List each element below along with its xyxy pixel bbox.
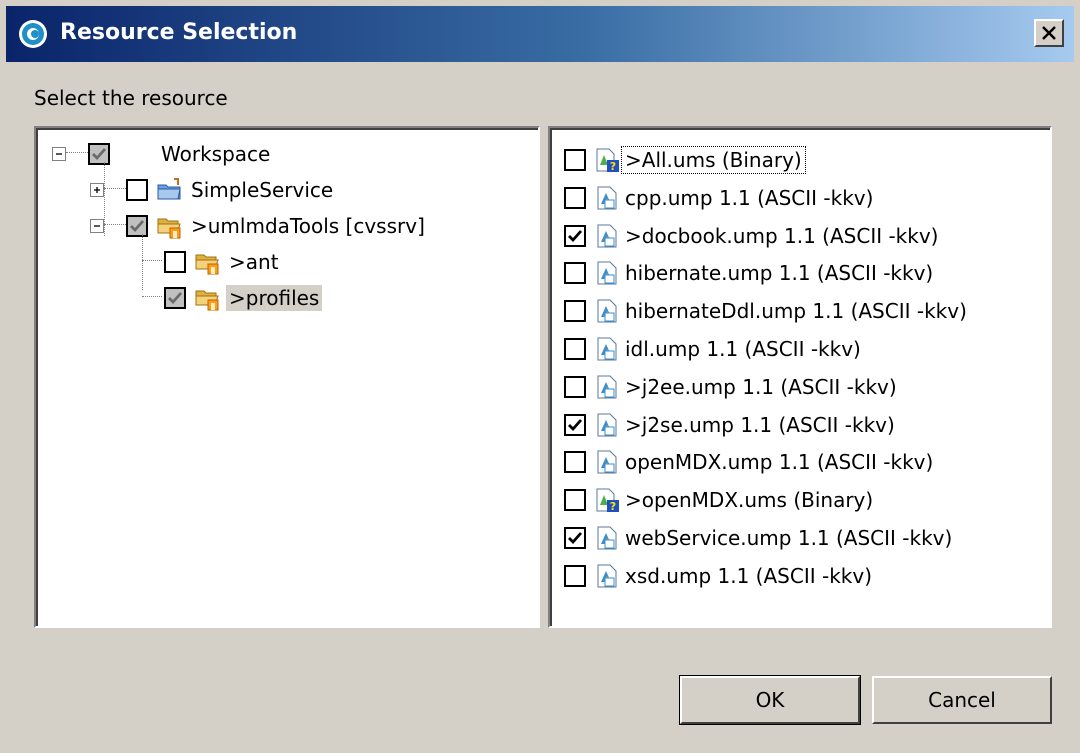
tree-item-checkbox[interactable] [126, 215, 148, 237]
resource-selection-dialog: Resource Selection Select the resource W… [0, 0, 1080, 753]
tree-connector-line [66, 152, 88, 153]
tree-item[interactable]: >profiles [164, 280, 323, 316]
tree-item-label: >umlmdaTools [cvssrv] [191, 214, 425, 238]
window-title: Resource Selection [60, 20, 298, 45]
file-checkbox[interactable] [564, 262, 586, 285]
prompt-label: Select the resource [34, 86, 228, 110]
file-list-item[interactable]: ? >All.ums (Binary) [564, 142, 806, 178]
ump-file-icon [594, 412, 620, 438]
tree-item[interactable]: SimpleService [126, 172, 336, 208]
shared-folder-icon [194, 249, 220, 275]
tree-item-checkbox[interactable] [126, 179, 148, 201]
file-label: >j2ee.ump 1.1 (ASCII -kkv) [625, 374, 897, 399]
file-list-item[interactable]: idl.ump 1.1 (ASCII -kkv) [564, 331, 864, 367]
tree-connector-line [142, 296, 162, 297]
tree-item-label: SimpleService [191, 178, 334, 202]
file-label: hibernate.ump 1.1 (ASCII -kkv) [625, 261, 934, 286]
ump-file-icon [594, 336, 620, 362]
file-list-item[interactable]: ? >openMDX.ums (Binary) [564, 482, 876, 518]
collapse-icon[interactable] [52, 147, 66, 161]
close-button[interactable] [1034, 19, 1064, 47]
collapse-icon[interactable] [90, 219, 104, 233]
file-checkbox[interactable] [564, 564, 586, 587]
tree-item-label: >ant [229, 250, 279, 274]
shared-folder-icon [156, 213, 182, 239]
folder-tree-panel[interactable]: Workspace SimpleService >umlmdaTools [cvss… [34, 126, 540, 628]
expand-icon[interactable] [90, 183, 104, 197]
eclipse-app-icon [19, 20, 47, 48]
tree-item-label: Workspace [161, 142, 271, 166]
file-checkbox[interactable] [564, 224, 586, 247]
file-list-item[interactable]: >docbook.ump 1.1 (ASCII -kkv) [564, 218, 942, 254]
file-checkbox[interactable] [564, 338, 586, 360]
tree-item-checkbox[interactable] [88, 143, 110, 165]
tree-item[interactable]: >umlmdaTools [cvssrv] [126, 208, 428, 244]
file-list-item[interactable]: hibernate.ump 1.1 (ASCII -kkv) [564, 255, 936, 291]
file-label: idl.ump 1.1 (ASCII -kkv) [625, 337, 861, 361]
shared-folder-icon [194, 285, 220, 311]
file-label: >docbook.ump 1.1 (ASCII -kkv) [625, 223, 939, 248]
file-list-item[interactable]: hibernateDdl.ump 1.1 (ASCII -kkv) [564, 293, 970, 329]
tree-connector-line [142, 260, 162, 261]
file-label: xsd.ump 1.1 (ASCII -kkv) [625, 563, 873, 588]
file-list-item[interactable]: xsd.ump 1.1 (ASCII -kkv) [564, 558, 875, 594]
file-checkbox[interactable] [564, 413, 586, 436]
ump-file-icon [594, 185, 620, 211]
tree-connector-line [104, 224, 126, 225]
tree-item-label: >profiles [226, 285, 323, 311]
file-checkbox[interactable] [564, 527, 586, 549]
file-label: >j2se.ump 1.1 (ASCII -kkv) [625, 412, 895, 437]
tree-item-checkbox[interactable] [164, 287, 186, 309]
ump-file-icon [594, 563, 620, 589]
file-label: openMDX.ump 1.1 (ASCII -kkv) [625, 450, 934, 475]
tree-item[interactable]: Workspace [88, 136, 273, 172]
svg-text:?: ? [610, 160, 616, 173]
unknown-file-icon: ? [594, 147, 620, 173]
ump-file-icon [594, 298, 620, 324]
file-checkbox[interactable] [564, 149, 586, 171]
file-list-item[interactable]: >j2ee.ump 1.1 (ASCII -kkv) [564, 369, 900, 405]
ump-file-icon [594, 525, 620, 551]
file-label: hibernateDdl.ump 1.1 (ASCII -kkv) [625, 299, 967, 324]
file-label: webService.ump 1.1 (ASCII -kkv) [625, 526, 953, 550]
ump-file-icon [594, 223, 620, 249]
title-bar[interactable]: Resource Selection [6, 6, 1074, 62]
cancel-button[interactable]: Cancel [872, 676, 1052, 724]
file-list-item[interactable]: openMDX.ump 1.1 (ASCII -kkv) [564, 444, 936, 480]
file-label: >All.ums (Binary) [621, 146, 806, 174]
file-checkbox[interactable] [564, 489, 586, 512]
file-checkbox[interactable] [564, 300, 586, 323]
file-label: cpp.ump 1.1 (ASCII -kkv) [625, 185, 874, 210]
svg-text:?: ? [610, 500, 616, 513]
file-label: >openMDX.ums (Binary) [625, 488, 874, 513]
ok-button[interactable]: OK [679, 675, 861, 725]
tree-item[interactable]: >ant [164, 244, 282, 280]
file-list-item[interactable]: webService.ump 1.1 (ASCII -kkv) [564, 520, 955, 556]
ump-file-icon [594, 449, 620, 475]
file-list-item[interactable]: cpp.ump 1.1 (ASCII -kkv) [564, 180, 876, 216]
tree-item-checkbox[interactable] [164, 251, 186, 273]
file-list-panel[interactable]: ? >All.ums (Binary) cpp.ump 1.1 (ASCII -kk… [548, 126, 1052, 628]
close-icon [1042, 26, 1056, 40]
file-checkbox[interactable] [564, 186, 586, 209]
ump-file-icon [594, 374, 620, 400]
ump-file-icon [594, 260, 620, 286]
tree-connector-line [104, 188, 126, 189]
file-checkbox[interactable] [564, 375, 586, 398]
tree-connector-line [142, 234, 143, 290]
file-list-item[interactable]: >j2se.ump 1.1 (ASCII -kkv) [564, 407, 898, 443]
project-folder-icon [156, 177, 182, 203]
file-checkbox[interactable] [564, 451, 586, 474]
unknown-file-icon: ? [594, 487, 620, 513]
